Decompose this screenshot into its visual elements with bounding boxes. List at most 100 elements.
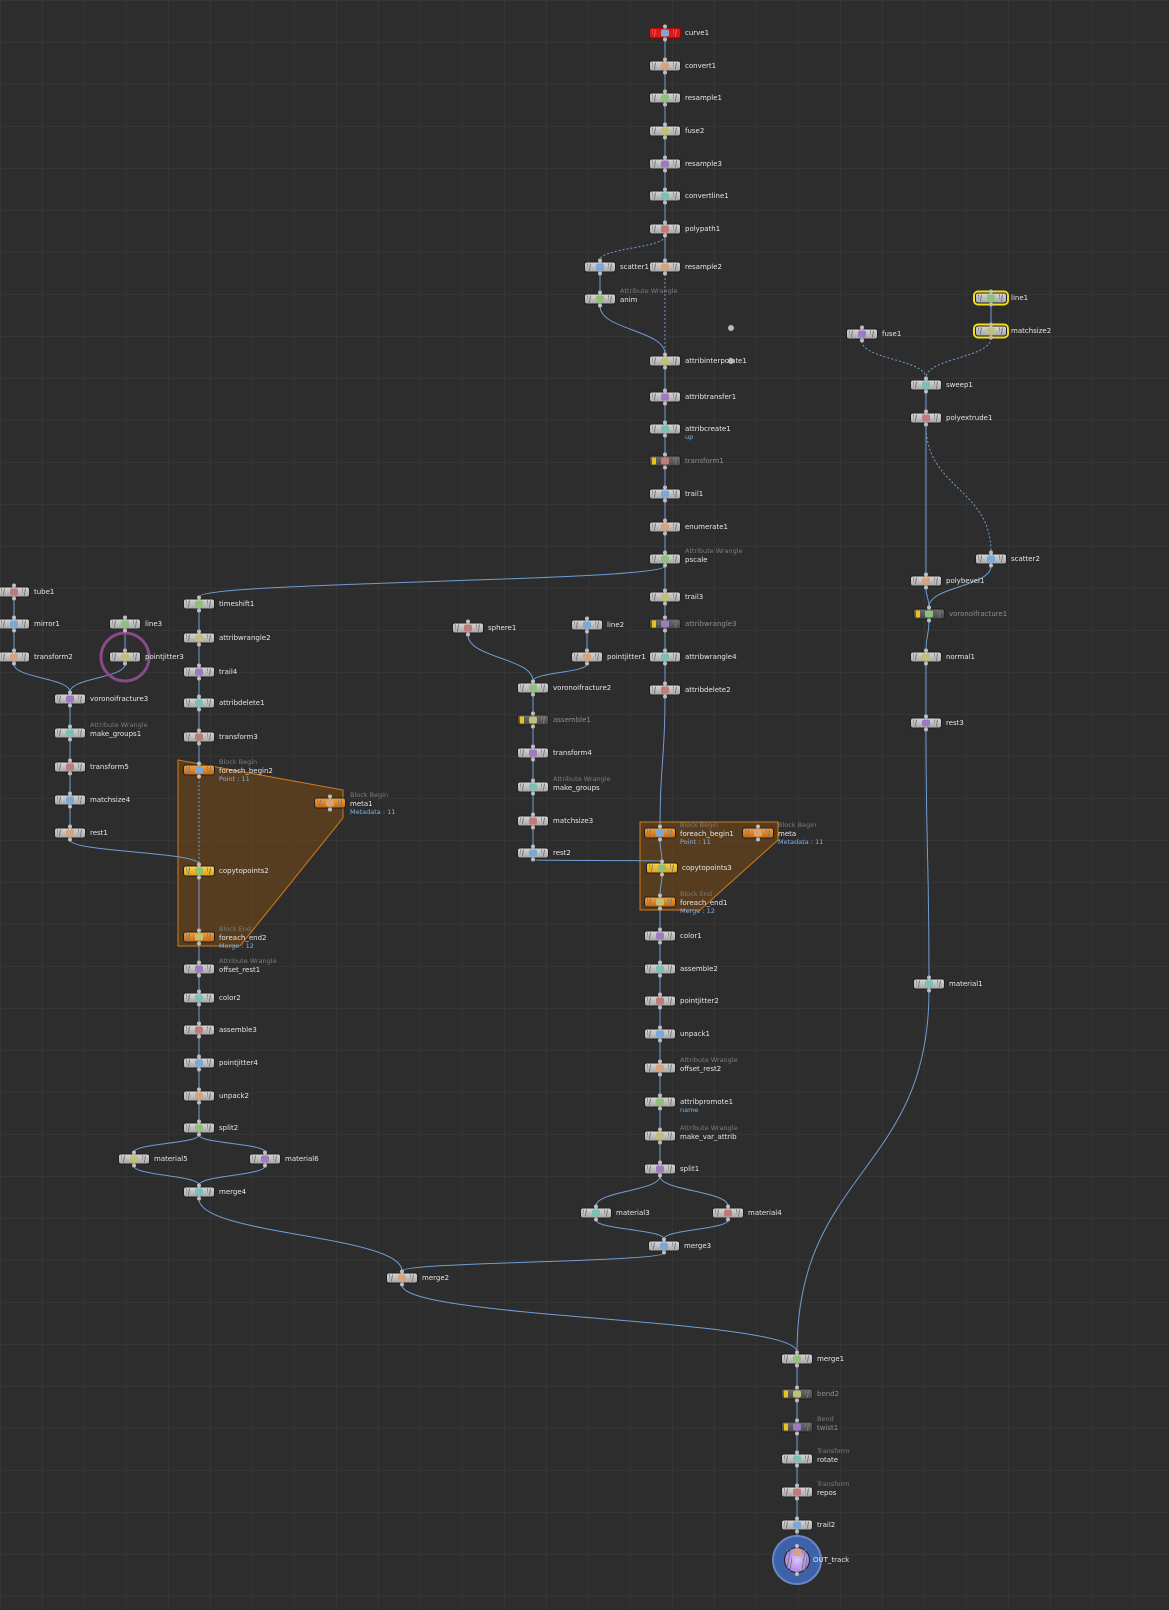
node-convertline1[interactable] [649,187,681,205]
node-name-label[interactable]: transform1 [685,457,724,465]
node-assemble2[interactable] [644,960,676,978]
input-connector[interactable] [663,452,667,457]
node-trail4[interactable] [183,663,215,681]
node-name-label[interactable]: enumerate1 [685,523,728,531]
node-name-label[interactable]: copytopoints3 [682,864,732,872]
node-repos[interactable] [781,1483,813,1501]
output-connector[interactable] [197,1002,201,1007]
node-name-label[interactable]: mirror1 [34,620,60,628]
output-connector[interactable] [12,596,16,601]
node-make_groups1[interactable] [54,724,86,742]
input-connector[interactable] [663,420,667,425]
node-name-label[interactable]: trail3 [685,593,703,601]
input-connector[interactable] [197,595,201,600]
input-connector[interactable] [663,24,667,29]
node-enumerate1[interactable] [649,518,681,536]
node-voronoifracture3[interactable] [54,690,86,708]
input-connector[interactable] [585,616,589,621]
node-attribinterpolate1[interactable] [649,352,681,370]
node-name-label[interactable]: unpack2 [219,1092,249,1100]
output-connector[interactable] [663,601,667,606]
node-name-label[interactable]: assemble1 [553,716,591,724]
input-connector[interactable] [12,648,16,653]
node-name-label[interactable]: merge1 [817,1355,844,1363]
node-scatter2[interactable] [975,550,1007,568]
node-transform3[interactable] [183,728,215,746]
input-connector[interactable] [663,615,667,620]
node-name-label[interactable]: transform5 [90,763,129,771]
input-connector[interactable] [663,258,667,263]
input-connector[interactable] [663,187,667,192]
wire-sphere1-to-voronoifracture2[interactable] [467,634,534,682]
node-name-label[interactable]: foreach_begin2 [219,767,273,775]
node-name-label[interactable]: material1 [949,980,983,988]
node-name-label[interactable]: attribwrangle4 [685,653,737,661]
wire-pscale-to-timeshift1[interactable] [198,565,666,598]
node-name-label[interactable]: curve1 [685,29,709,37]
node-name-label[interactable]: copytopoints2 [219,867,269,875]
wire-polybevel1-to-voronoifracture1[interactable] [925,587,930,608]
output-connector[interactable] [658,973,662,978]
node-make_var_attrib[interactable] [644,1127,676,1145]
node-name-label[interactable]: material3 [616,1209,650,1217]
input-connector[interactable] [662,1237,666,1242]
output-connector[interactable] [860,338,864,343]
node-name-label[interactable]: split1 [680,1165,699,1173]
input-connector[interactable] [756,824,760,829]
node-name-label[interactable]: line3 [145,620,162,628]
node-rest1[interactable] [54,824,86,842]
node-name-label[interactable]: scatter2 [1011,555,1040,563]
node-unpack2[interactable] [183,1087,215,1105]
output-connector[interactable] [197,941,201,946]
node-transform4[interactable] [517,744,549,762]
node-attribpromote1[interactable] [644,1093,676,1111]
output-connector[interactable] [197,1196,201,1201]
wire-split1-to-material3[interactable] [595,1175,661,1207]
node-name-label[interactable]: matchsize2 [1011,327,1051,335]
wire-split2-to-material5[interactable] [133,1134,200,1153]
input-connector[interactable] [123,615,127,620]
node-name-label[interactable]: twist1 [817,1424,838,1432]
output-connector[interactable] [658,1072,662,1077]
output-connector[interactable] [68,771,72,776]
input-connector[interactable] [927,605,931,610]
output-connector[interactable] [531,791,535,796]
wire-transform2-to-voronoifracture3[interactable] [13,663,71,693]
node-name-label[interactable]: attribwrangle3 [685,620,737,628]
input-connector[interactable] [860,325,864,330]
output-connector[interactable] [924,585,928,590]
output-connector[interactable] [658,1005,662,1010]
node-name-label[interactable]: pointjitter4 [219,1059,258,1067]
node-name-label[interactable]: fuse2 [685,127,704,135]
bypass-flag[interactable] [652,457,656,465]
wire-dot-2[interactable] [728,358,734,364]
output-connector[interactable] [68,837,72,842]
node-merge3[interactable] [648,1237,680,1255]
output-connector[interactable] [663,498,667,503]
output-connector[interactable] [663,271,667,276]
node-resample1[interactable] [649,89,681,107]
node-name-label[interactable]: offset_rest2 [680,1065,721,1073]
node-name-label[interactable]: repos [817,1489,836,1497]
input-connector[interactable] [197,862,201,867]
input-connector[interactable] [924,572,928,577]
wire-voronoifracture1-to-normal1[interactable] [925,620,930,651]
node-name-label[interactable]: voronoifracture1 [949,610,1007,618]
node-assemble1[interactable] [517,711,549,729]
input-connector[interactable] [989,550,993,555]
node-name-label[interactable]: bend2 [817,1390,839,1398]
input-connector[interactable] [400,1269,404,1274]
input-connector[interactable] [795,1418,799,1423]
node-name-label[interactable]: merge2 [422,1274,449,1282]
node-name-label[interactable]: tube1 [34,588,54,596]
output-connector[interactable] [68,804,72,809]
node-OUT_track[interactable] [784,1544,810,1576]
output-connector[interactable] [795,1529,799,1534]
output-connector[interactable] [531,757,535,762]
node-copytopoints2[interactable] [183,862,215,880]
input-connector[interactable] [663,681,667,686]
node-material4[interactable] [712,1204,744,1222]
input-connector[interactable] [68,758,72,763]
wire-polyextrude1-to-scatter2[interactable] [925,424,992,553]
node-name-label[interactable]: merge3 [684,1242,711,1250]
